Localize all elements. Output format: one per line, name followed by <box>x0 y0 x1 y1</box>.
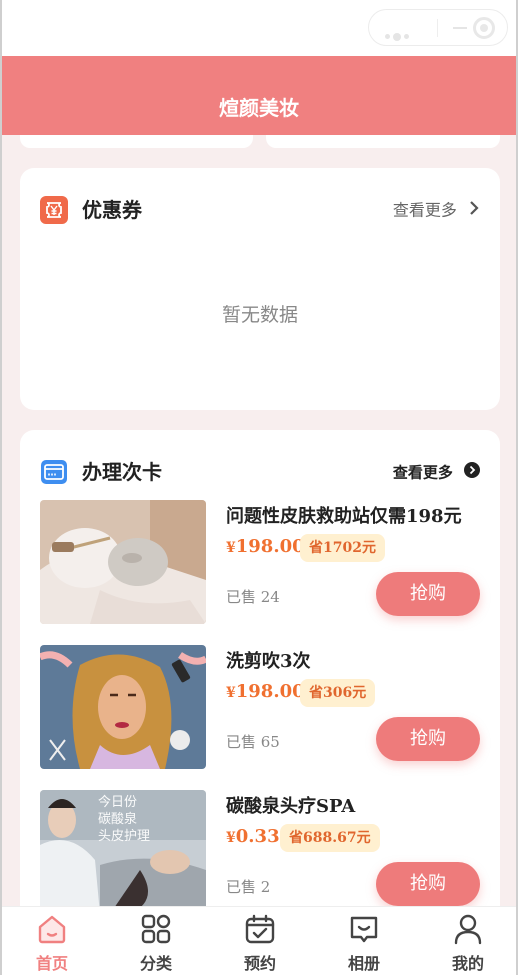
app-header: 煊颜美妆 <box>0 56 518 135</box>
item-name: 碳酸泉头疗SPA <box>226 796 356 817</box>
tab-profile[interactable]: 我的 <box>416 907 518 975</box>
page-title: 煊颜美妆 <box>219 96 299 120</box>
close-miniprogram-icon[interactable] <box>473 17 495 39</box>
buy-button[interactable]: 抢购 <box>376 572 480 616</box>
buy-button[interactable]: 抢购 <box>376 717 480 761</box>
buy-button[interactable]: 抢购 <box>376 862 480 906</box>
grid-icon <box>141 914 171 944</box>
tab-booking[interactable]: 预约 <box>208 907 312 975</box>
savings-badge: 省306元 <box>300 679 376 707</box>
tab-category-label: 分类 <box>139 954 172 973</box>
caption-line-2: 碳酸泉 <box>98 812 138 827</box>
coupon-empty-text: 暂无数据 <box>221 304 298 326</box>
chevron-right-circle-icon <box>464 461 480 485</box>
sold-count: 已售 2 <box>226 878 271 896</box>
caption-line-3: 头皮护理 <box>98 829 151 844</box>
status-bar <box>0 0 518 56</box>
head-spa-photo: 今日份 碳酸泉 头皮护理 <box>40 790 206 914</box>
item-name: 洗剪吹3次 <box>226 651 311 672</box>
price-value: 198.00 <box>235 536 305 557</box>
punch-card-section: 办理次卡 查看更多 问题性皮肤救助站仅需198元 ¥198.00 省1702元 … <box>20 430 500 950</box>
user-icon <box>454 914 482 945</box>
tab-profile-label: 我的 <box>451 954 484 973</box>
home-icon <box>38 915 66 944</box>
more-options-icon[interactable] <box>385 26 412 45</box>
sold-count: 已售 65 <box>226 733 280 751</box>
coupon-section: 优惠券 查看更多 暂无数据 <box>20 168 500 410</box>
tab-home[interactable]: 首页 <box>0 907 104 975</box>
coupon-icon <box>40 196 68 224</box>
coupon-section-title: 优惠券 <box>82 198 142 222</box>
savings-badge: 省1702元 <box>300 534 385 562</box>
item-price: ¥198.00 <box>226 681 305 702</box>
menu-card-bottom-right <box>266 135 500 148</box>
sold-count: 已售 24 <box>226 588 280 606</box>
capsule-divider <box>437 19 438 37</box>
card-icon <box>40 458 68 486</box>
punch-card-item[interactable]: 今日份 碳酸泉 头皮护理 碳酸泉头疗SPA ¥0.33 省688.67元 已售 … <box>40 790 480 914</box>
image-caption: 今日份 碳酸泉 头皮护理 <box>98 794 150 845</box>
punch-card-item[interactable]: 洗剪吹3次 ¥198.00 省306元 已售 65 抢购 <box>40 645 480 769</box>
coupon-view-more-label: 查看更多 <box>392 200 457 220</box>
minimize-icon[interactable] <box>453 27 467 29</box>
punch-card-section-title: 办理次卡 <box>82 460 162 484</box>
bottom-tab-bar: 首页 分类 预约 相册 我的 <box>0 906 518 975</box>
item-price: ¥198.00 <box>226 536 305 557</box>
facial-mask-photo <box>40 500 206 624</box>
calendar-icon <box>245 914 275 944</box>
item-name: 问题性皮肤救助站仅需198元 <box>226 506 462 527</box>
price-value: 0.33 <box>235 826 280 847</box>
savings-badge: 省688.67元 <box>280 824 380 852</box>
price-currency: ¥ <box>226 685 236 701</box>
menu-card-bottom-left <box>20 135 253 148</box>
price-value: 198.00 <box>235 681 305 702</box>
miniprogram-capsule <box>368 9 508 46</box>
caption-line-1: 今日份 <box>98 795 138 810</box>
hair-salon-illustration <box>40 645 206 769</box>
tab-album[interactable]: 相册 <box>312 907 416 975</box>
coupon-view-more-link[interactable]: 查看更多 <box>393 198 480 223</box>
punch-card-view-more-link[interactable]: 查看更多 <box>393 460 480 485</box>
tab-category[interactable]: 分类 <box>104 907 208 975</box>
punch-card-view-more-label: 查看更多 <box>392 463 453 482</box>
punch-card-item[interactable]: 问题性皮肤救助站仅需198元 ¥198.00 省1702元 已售 24 抢购 <box>40 500 480 624</box>
tab-booking-label: 预约 <box>243 954 276 973</box>
price-currency: ¥ <box>226 830 236 846</box>
price-currency: ¥ <box>226 540 236 556</box>
item-price: ¥0.33 <box>226 826 280 847</box>
tab-home-label: 首页 <box>35 954 68 973</box>
tab-album-label: 相册 <box>347 954 380 973</box>
chevron-right-icon <box>468 199 480 223</box>
album-icon <box>350 916 378 943</box>
